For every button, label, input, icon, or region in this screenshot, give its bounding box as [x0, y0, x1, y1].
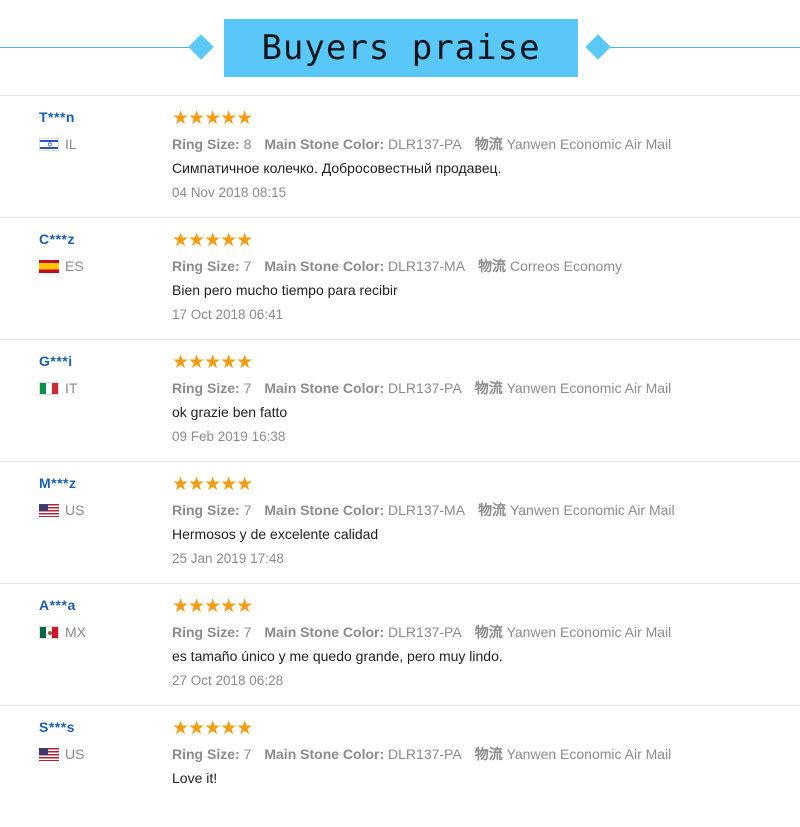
header-banner: Buyers praise — [224, 19, 578, 77]
flag-es-icon — [39, 259, 59, 273]
ring-size-label: Ring Size: — [172, 502, 240, 518]
country-code: IL — [65, 136, 77, 152]
review-item: T***n ✡ IL ★★★★★ Ring Size: 8 Main Stone … — [0, 95, 800, 217]
reviewer-country: US — [39, 746, 84, 762]
purchase-details: Ring Size: 7 Main Stone Color: DLR137-PA 物… — [172, 378, 671, 398]
review-list: T***n ✡ IL ★★★★★ Ring Size: 8 Main Stone … — [0, 95, 800, 827]
review-date: 25 Jan 2019 17:48 — [172, 551, 284, 566]
review-item: A***a MX ★★★★★ Ring Size: 7 Main Stone Co… — [0, 583, 800, 705]
review-date: 04 Nov 2018 08:15 — [172, 185, 287, 200]
reviewer-country: ✡ IL — [39, 136, 77, 152]
purchase-details: Ring Size: 7 Main Stone Color: DLR137-PA 物… — [172, 744, 671, 764]
reviewer-name: T***n — [39, 109, 75, 125]
stone-color-label: Main Stone Color: — [264, 380, 385, 396]
star-rating: ★★★★★ — [172, 718, 253, 739]
logistics-value: Yanwen Economic Air Mail — [509, 502, 675, 518]
logistics-label: 物流 — [474, 380, 503, 396]
stone-color-value: DLR137-PA — [388, 380, 462, 396]
flag-il-icon: ✡ — [39, 137, 59, 151]
logistics-label: 物流 — [474, 746, 503, 762]
header-rule-right — [602, 47, 800, 48]
flag-us-icon — [39, 503, 59, 517]
ring-size-value: 7 — [243, 624, 252, 640]
stone-color-value: DLR137-MA — [388, 258, 466, 274]
logistics-label: 物流 — [474, 136, 503, 152]
logistics-value: Yanwen Economic Air Mail — [506, 746, 672, 762]
reviewer-name: G***i — [39, 353, 73, 369]
logistics-value: Yanwen Economic Air Mail — [506, 380, 672, 396]
purchase-details: Ring Size: 7 Main Stone Color: DLR137-MA 物… — [172, 500, 675, 520]
flag-mx-icon — [39, 625, 59, 639]
stone-color-value: DLR137-MA — [388, 502, 466, 518]
diamond-left-icon — [188, 34, 214, 60]
reviewer-country: ES — [39, 258, 84, 274]
ring-size-value: 7 — [243, 258, 252, 274]
star-rating: ★★★★★ — [172, 230, 253, 251]
stone-color-value: DLR137-PA — [388, 136, 462, 152]
logistics-value: Yanwen Economic Air Mail — [506, 624, 672, 640]
reviewer-name: C***z — [39, 231, 75, 247]
stone-color-value: DLR137-PA — [388, 624, 462, 640]
review-item: M***z US ★★★★★ Ring Size: 7 Main Stone Co… — [0, 461, 800, 583]
review-date: 17 Oct 2018 06:41 — [172, 307, 284, 322]
stone-color-label: Main Stone Color: — [264, 136, 385, 152]
purchase-details: Ring Size: 8 Main Stone Color: DLR137-PA 物… — [172, 134, 671, 154]
country-code: IT — [65, 380, 78, 396]
country-code: ES — [65, 258, 84, 274]
ring-size-value: 7 — [243, 380, 252, 396]
ring-size-value: 7 — [243, 502, 252, 518]
review-text: Hermosos y de excelente calidad — [172, 526, 379, 542]
review-item: S***s US ★★★★★ Ring Size: 7 Main Stone Co… — [0, 705, 800, 827]
purchase-details: Ring Size: 7 Main Stone Color: DLR137-PA 物… — [172, 622, 671, 642]
ring-size-label: Ring Size: — [172, 136, 240, 152]
star-rating: ★★★★★ — [172, 474, 253, 495]
ring-size-label: Ring Size: — [172, 380, 240, 396]
purchase-details: Ring Size: 7 Main Stone Color: DLR137-MA 物… — [172, 256, 622, 276]
logistics-value: Yanwen Economic Air Mail — [506, 136, 672, 152]
review-date: 09 Feb 2019 16:38 — [172, 429, 286, 444]
review-text: Bien pero mucho tiempo para recibir — [172, 282, 398, 298]
review-text: es tamaño único y me quedo grande, pero … — [172, 648, 503, 664]
reviewer-country: MX — [39, 624, 86, 640]
page-title: Buyers praise — [261, 28, 541, 68]
review-date: 27 Oct 2018 06:28 — [172, 673, 284, 688]
reviewer-country: IT — [39, 380, 77, 396]
flag-it-icon — [39, 381, 59, 395]
review-text: Симпатичное колечко. Добросовестный прод… — [172, 160, 502, 176]
star-rating: ★★★★★ — [172, 596, 253, 617]
ring-size-label: Ring Size: — [172, 258, 240, 274]
reviewer-name: S***s — [39, 719, 75, 735]
flag-us-icon — [39, 747, 59, 761]
diamond-right-icon — [585, 34, 611, 60]
star-rating: ★★★★★ — [172, 108, 253, 129]
stone-color-label: Main Stone Color: — [264, 258, 385, 274]
review-item: C***z ES ★★★★★ Ring Size: 7 Main Stone Co… — [0, 217, 800, 339]
logistics-value: Correos Economy — [509, 258, 622, 274]
stone-color-value: DLR137-PA — [388, 746, 462, 762]
star-rating: ★★★★★ — [172, 352, 253, 373]
country-code: MX — [65, 624, 86, 640]
reviewer-name: M***z — [39, 475, 77, 491]
stone-color-label: Main Stone Color: — [264, 624, 385, 640]
country-code: US — [65, 502, 85, 518]
reviewer-name: A***a — [39, 597, 76, 613]
header-rule-left — [0, 47, 198, 48]
logistics-label: 物流 — [478, 258, 507, 274]
review-text: ok grazie ben fatto — [172, 404, 288, 420]
stone-color-label: Main Stone Color: — [264, 746, 385, 762]
review-item: G***i IT ★★★★★ Ring Size: 7 Main Stone Co… — [0, 339, 800, 461]
review-text: Love it! — [172, 770, 218, 786]
ring-size-label: Ring Size: — [172, 624, 240, 640]
logistics-label: 物流 — [474, 624, 503, 640]
stone-color-label: Main Stone Color: — [264, 502, 385, 518]
ring-size-value: 7 — [243, 746, 252, 762]
country-code: US — [65, 746, 85, 762]
ring-size-label: Ring Size: — [172, 746, 240, 762]
logistics-label: 物流 — [478, 502, 507, 518]
reviewer-country: US — [39, 502, 84, 518]
ring-size-value: 8 — [243, 136, 252, 152]
